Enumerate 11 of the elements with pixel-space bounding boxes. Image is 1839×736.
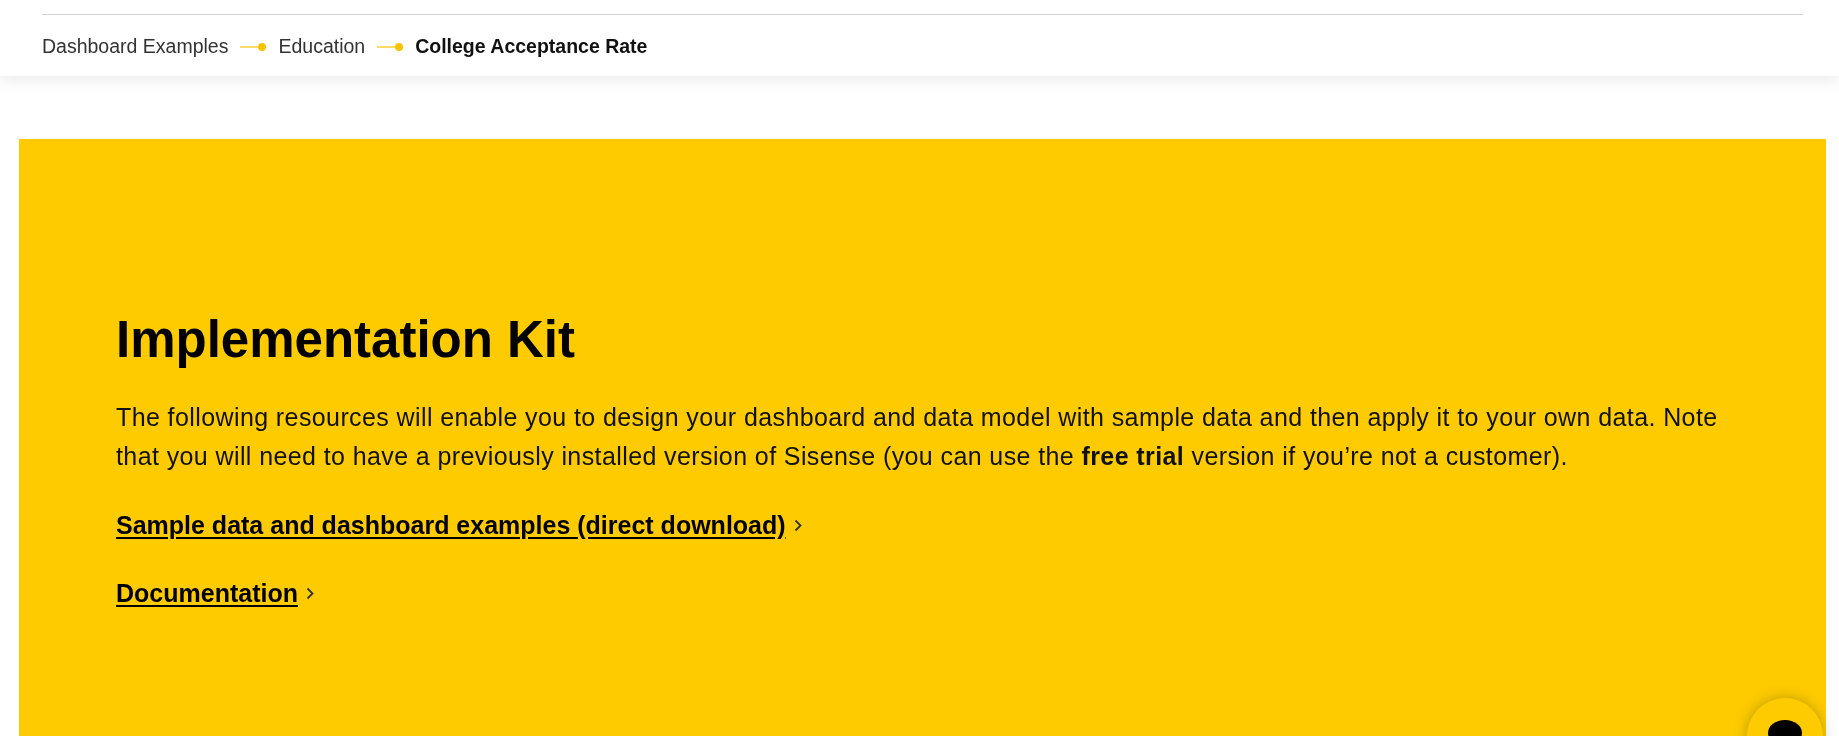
chevron-right-icon bbox=[793, 518, 802, 532]
breadcrumb-link[interactable]: Education bbox=[278, 35, 366, 58]
chevron-right-icon bbox=[305, 586, 314, 600]
breadcrumb-link[interactable]: Dashboard Examples bbox=[42, 35, 229, 58]
kit-title: Implementation Kit bbox=[116, 310, 577, 370]
breadcrumb-link[interactable]: College Acceptance Rate bbox=[415, 35, 648, 58]
resource-link[interactable]: Documentation bbox=[116, 578, 298, 608]
breadcrumb-separator-icon bbox=[377, 42, 404, 51]
breadcrumb-separator-icon bbox=[240, 42, 267, 51]
resource-link[interactable]: Sample data and dashboard examples (direct download) bbox=[116, 510, 786, 540]
kit-description: The following resources will enable you to design your dashboard and data model with sample data and then apply it to your own data. Note that you will need to have a previously installed version of Sisense (you can use the free trial version if you’re not a customer). bbox=[116, 402, 1719, 472]
